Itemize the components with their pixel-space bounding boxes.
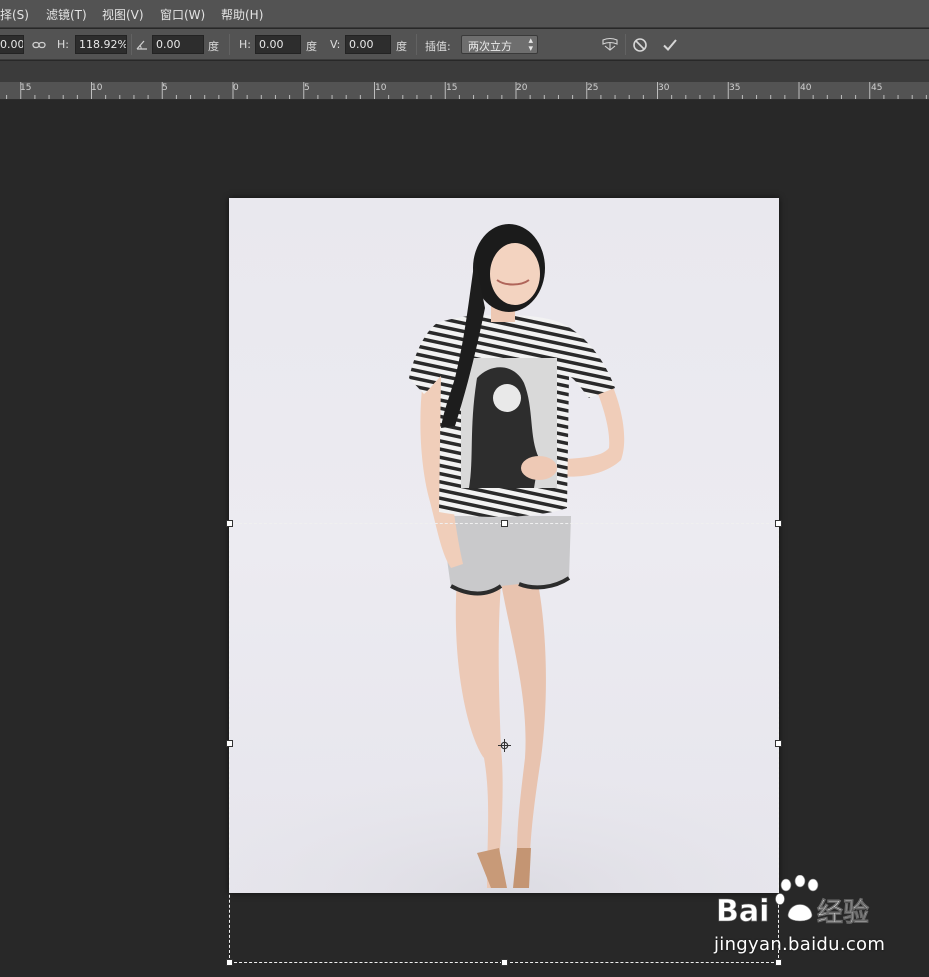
svg-text:Bai: Bai bbox=[716, 894, 769, 929]
rotate-angle-icon bbox=[133, 36, 151, 54]
baidu-logo-icon: Bai 经验 bbox=[716, 874, 869, 929]
menu-select[interactable]: 选择(S) bbox=[0, 6, 29, 23]
ruler-label: 15 bbox=[446, 83, 458, 93]
ruler-label: 40 bbox=[800, 83, 812, 93]
cancel-transform-icon[interactable] bbox=[631, 36, 649, 54]
ruler-label: 15 bbox=[20, 83, 32, 93]
width-scale-field[interactable]: 100.00% bbox=[0, 35, 24, 54]
skew-v-label: V: bbox=[330, 38, 341, 51]
document-image[interactable] bbox=[229, 198, 779, 893]
svg-text:经验: 经验 bbox=[817, 897, 869, 928]
menu-bar: 选择(S) 滤镜(T) 视图(V) 窗口(W) 帮助(H) bbox=[0, 0, 929, 28]
separator bbox=[416, 34, 417, 55]
degree-unit: 度 bbox=[306, 40, 317, 53]
ruler-label: 35 bbox=[729, 83, 741, 93]
model-photo bbox=[229, 224, 779, 893]
height-scale-field[interactable]: 118.92% bbox=[75, 35, 127, 54]
transform-handle-bottom-left[interactable] bbox=[226, 959, 233, 966]
link-icon[interactable] bbox=[30, 36, 48, 54]
stepper-arrows-icon: ▴ ▾ bbox=[528, 36, 533, 54]
interpolation-label: 插值: bbox=[425, 40, 451, 53]
transform-handle-middle-left[interactable] bbox=[226, 740, 233, 747]
ruler-label: 20 bbox=[516, 83, 528, 93]
transform-handle-top-left[interactable] bbox=[226, 520, 233, 527]
horizontal-ruler[interactable]: 15 10 5 0 5 10 15 20 25 30 35 40 45 bbox=[0, 82, 929, 100]
skew-v-field[interactable]: 0.00 bbox=[345, 35, 391, 54]
ruler-label: 10 bbox=[375, 83, 387, 93]
warp-mode-icon[interactable] bbox=[601, 36, 619, 54]
interpolation-value: 两次立方 bbox=[468, 40, 512, 53]
transform-handle-top-right[interactable] bbox=[775, 520, 782, 527]
menu-view[interactable]: 视图(V) bbox=[102, 6, 144, 23]
skew-h-field[interactable]: 0.00 bbox=[255, 35, 301, 54]
ruler-label: 25 bbox=[587, 83, 599, 93]
ruler-label: 45 bbox=[871, 83, 883, 93]
transform-handle-middle-right[interactable] bbox=[775, 740, 782, 747]
transform-options-bar: 100.00% H: 118.92% 0.00 度 H: 0.00 度 V: 0… bbox=[0, 29, 929, 60]
watermark-url: jingyan.baidu.com bbox=[714, 934, 886, 955]
ruler-label: 5 bbox=[162, 83, 168, 93]
transform-handle-bottom-center[interactable] bbox=[501, 959, 508, 966]
separator bbox=[131, 34, 132, 55]
skew-h-label: H: bbox=[239, 38, 251, 51]
document-tab-strip bbox=[0, 61, 929, 82]
transform-handle-top-center[interactable] bbox=[501, 520, 508, 527]
degree-unit: 度 bbox=[208, 40, 219, 53]
degree-unit: 度 bbox=[396, 40, 407, 53]
rotate-field[interactable]: 0.00 bbox=[152, 35, 204, 54]
ruler-label: 5 bbox=[304, 83, 310, 93]
ruler-ticks bbox=[6, 82, 927, 99]
commit-transform-icon[interactable] bbox=[661, 36, 679, 54]
ruler-label: 0 bbox=[233, 83, 239, 93]
ruler-label: 10 bbox=[91, 83, 103, 93]
menu-window[interactable]: 窗口(W) bbox=[160, 6, 205, 23]
height-label: H: bbox=[57, 38, 69, 51]
transform-handle-bottom-right[interactable] bbox=[775, 959, 782, 966]
separator bbox=[229, 34, 230, 55]
interpolation-select[interactable]: 两次立方 ▴ ▾ bbox=[461, 35, 538, 54]
menu-filter[interactable]: 滤镜(T) bbox=[46, 6, 87, 23]
separator bbox=[625, 34, 626, 55]
menu-help[interactable]: 帮助(H) bbox=[221, 6, 263, 23]
ruler-label: 30 bbox=[658, 83, 670, 93]
reference-point-icon[interactable] bbox=[498, 737, 511, 752]
